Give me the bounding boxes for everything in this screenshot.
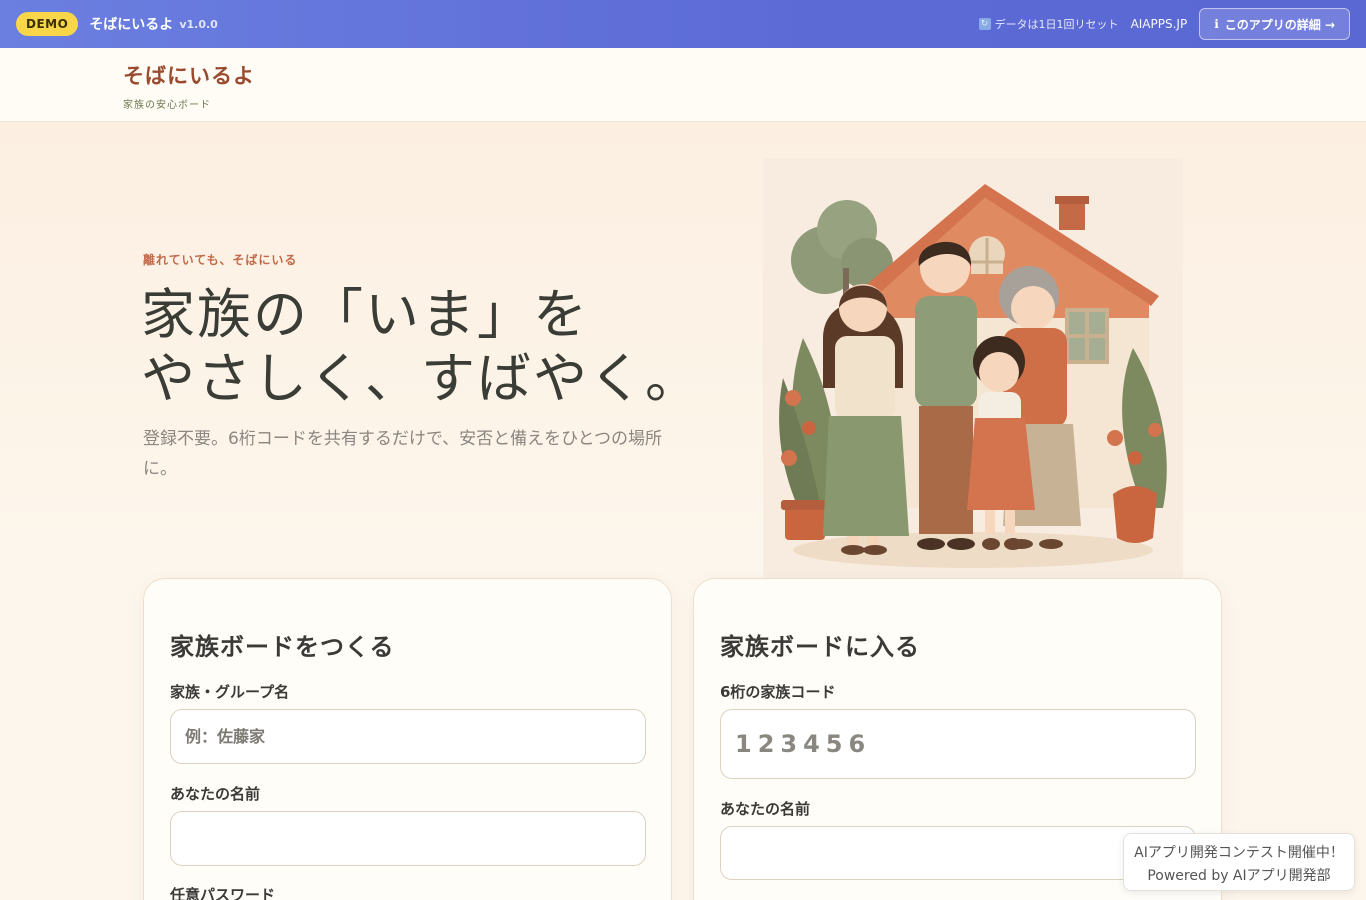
demo-topbar: DEMO そばにいるよ v1.0.0 ↻ データは1日1回リセット AIAPPS…	[0, 0, 1366, 48]
brand-tagline: 家族の安心ボード	[123, 100, 211, 111]
hero-eyebrow: 離れていても、そばにいる	[143, 253, 298, 267]
hero-lead: 登録不要。6桁コードを共有するだけで、安否と備えをひとつの場所に。	[143, 429, 662, 479]
app-details-button[interactable]: ℹ このアプリの詳細 →	[1199, 8, 1350, 40]
contest-banner-line2: Powered by AIアプリ開発部	[1147, 868, 1331, 884]
your-name-label: あなたの名前	[170, 785, 261, 803]
your-name-input[interactable]	[170, 811, 646, 866]
hero-headline-line1: 家族の「いま」を	[141, 283, 589, 346]
info-icon: ℹ	[1214, 17, 1219, 31]
family-house-illustration	[763, 158, 1183, 578]
group-name-label: 家族・グループ名	[170, 683, 290, 701]
contest-banner-line1: AIアプリ開発コンテスト開催中！	[1134, 845, 1344, 861]
join-board-title: 家族ボードに入る	[720, 633, 920, 661]
demo-badge: DEMO	[16, 12, 79, 36]
app-details-label: このアプリの詳細 →	[1224, 17, 1335, 32]
brand[interactable]: そばにいるよ 家族の安心ボード	[123, 60, 255, 111]
reset-note-text: データは1日1回リセット	[994, 18, 1119, 31]
hero-headline: 家族の「いま」を やさしく、すばやく。	[141, 283, 701, 411]
contest-banner[interactable]: AIアプリ開発コンテスト開催中！ Powered by AIアプリ開発部	[1123, 833, 1355, 891]
aiapps-link[interactable]: AIAPPS.JP	[1131, 17, 1188, 31]
create-board-card: 家族ボードをつくる 家族・グループ名 あなたの名前 任意パスワード	[143, 578, 672, 900]
family-code-label: 6桁の家族コード	[720, 683, 836, 701]
brand-name: そばにいるよ	[123, 64, 255, 88]
family-code-input[interactable]	[720, 709, 1196, 779]
hero-headline-line2: やさしく、すばやく。	[141, 347, 701, 410]
refresh-icon: ↻	[978, 18, 991, 30]
topbar-right: ↻ データは1日1回リセット AIAPPS.JP ℹ このアプリの詳細 →	[978, 8, 1350, 40]
optional-password-label: 任意パスワード	[170, 886, 276, 900]
join-your-name-label: あなたの名前	[720, 800, 811, 818]
create-board-title: 家族ボードをつくる	[170, 633, 395, 661]
topbar-app-name: そばにいるよ	[89, 17, 174, 33]
group-name-input[interactable]	[170, 709, 646, 764]
reset-note: ↻ データは1日1回リセット	[978, 16, 1119, 32]
app-header: そばにいるよ 家族の安心ボード	[0, 48, 1366, 122]
topbar-version: v1.0.0	[179, 17, 218, 31]
